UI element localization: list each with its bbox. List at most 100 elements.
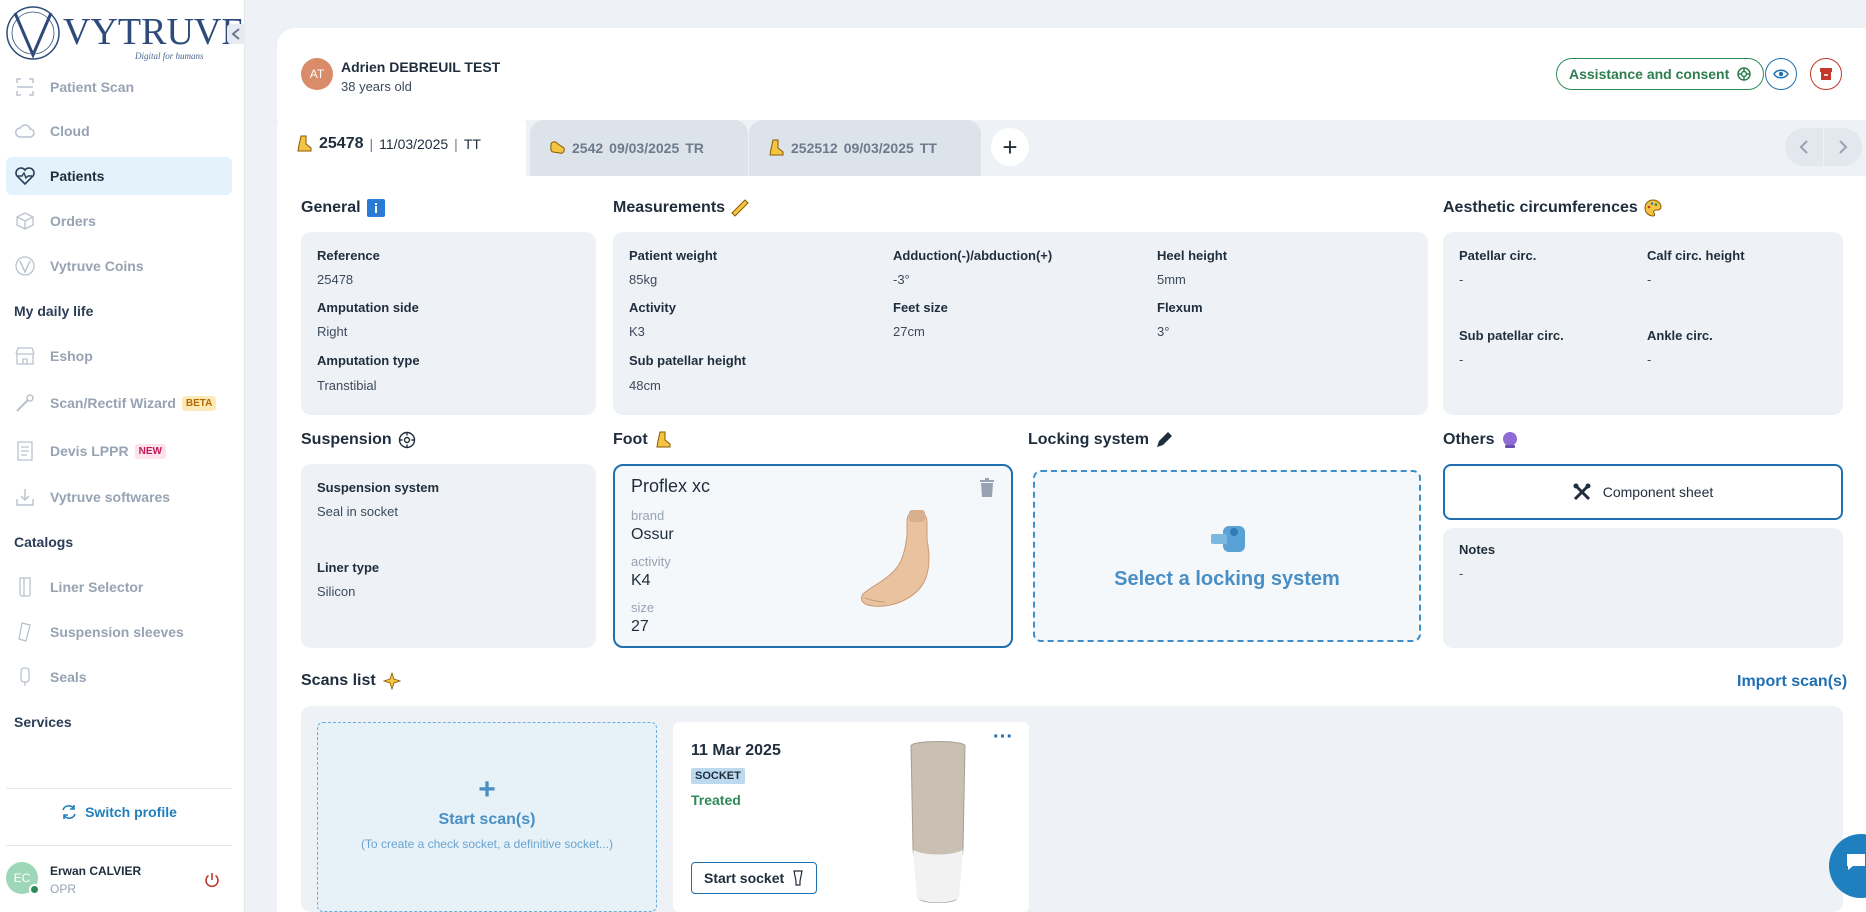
tabs-next-button[interactable] (1824, 128, 1862, 166)
sidebar-item-liner-selector[interactable]: Liner Selector (6, 568, 232, 606)
sidebar: VYTRUVE Digital for humans Patient Scan … (0, 0, 245, 912)
adduction-value: -3° (893, 272, 910, 287)
new-badge: NEW (134, 443, 166, 459)
start-socket-label: Start socket (704, 870, 785, 886)
sidebar-item-label: Suspension sleeves (50, 624, 184, 640)
sidebar-item-orders[interactable]: Orders (6, 202, 232, 240)
feet-size-value: 27cm (893, 324, 925, 339)
sidebar-item-cloud[interactable]: Cloud (6, 112, 232, 150)
divider (6, 788, 232, 789)
foot-card[interactable]: Proflex xc brand Ossur activity K4 size … (613, 464, 1013, 648)
add-tab-button[interactable]: + (991, 128, 1029, 166)
sidebar-item-label: Cloud (50, 123, 90, 139)
sidebar-item-label: Orders (50, 213, 96, 229)
select-locking-system-label: Select a locking system (1114, 568, 1340, 590)
tab-25478[interactable]: 25478 | 11/03/2025 | TT (277, 112, 526, 176)
user-name: Erwan CALVIER (50, 864, 142, 878)
start-scan-button[interactable]: + Start scan(s) (To create a check socke… (317, 722, 657, 912)
tab-type: TT (919, 140, 937, 156)
trash-icon[interactable] (979, 478, 995, 498)
ankle-circ-value: - (1647, 352, 1652, 367)
amputation-type-value: Transtibial (317, 378, 377, 393)
aesthetic-title: Aesthetic circumferences (1443, 199, 1662, 217)
document-icon (14, 440, 36, 462)
measurements-card: Patient weight 85kg Activity K3 Sub pate… (613, 232, 1428, 415)
sub-patellar-circ-value: - (1459, 352, 1464, 367)
divider (6, 845, 232, 846)
section-services[interactable]: Services (14, 714, 72, 730)
tab-252512[interactable]: 252512 09/03/2025 TT (749, 120, 981, 176)
scan-card[interactable]: 11 Mar 2025 SOCKET Treated ··· Start soc… (673, 722, 1029, 912)
logout-icon[interactable] (204, 872, 220, 888)
scan-date: 11 Mar 2025 (691, 742, 781, 759)
consent-label: Assistance and consent (1569, 66, 1730, 82)
socket-badge: SOCKET (691, 768, 745, 784)
chevron-right-icon (1839, 140, 1848, 154)
sidebar-item-seals[interactable]: Seals (6, 658, 232, 696)
import-scans-link[interactable]: Import scan(s) (1737, 673, 1847, 691)
chat-icon (1847, 854, 1865, 870)
section-my-daily-life: My daily life (14, 303, 94, 319)
box-icon (14, 210, 36, 232)
component-sheet-button[interactable]: Component sheet (1443, 464, 1843, 520)
start-socket-button[interactable]: Start socket (691, 862, 818, 894)
tab-2542[interactable]: 2542 09/03/2025 TR (530, 120, 748, 176)
sidebar-item-label: Seals (50, 669, 87, 685)
pen-icon (1156, 432, 1172, 447)
notes-value: - (1459, 566, 1464, 581)
socket-details: General Reference 25478 Amputation side … (277, 176, 1866, 912)
foot-activity-label: activity (631, 554, 671, 569)
amputation-side-label: Amputation side (317, 300, 419, 315)
lifebuoy-icon (1737, 67, 1752, 81)
archive-icon (1820, 68, 1832, 80)
foot-size-label: size (631, 600, 655, 615)
sub-patellar-circ-label: Sub patellar circ. (1459, 328, 1564, 343)
liner-type-label: Liner type (317, 560, 380, 575)
brand-logo[interactable]: VYTRUVE Digital for humans (5, 5, 245, 61)
collapse-sidebar-button[interactable] (227, 24, 245, 44)
view-button[interactable] (1765, 58, 1797, 90)
switch-profile-button[interactable]: Switch profile (0, 804, 238, 820)
sidebar-item-patient-scan[interactable]: Patient Scan (6, 68, 232, 106)
liner-type-value: Silicon (317, 584, 356, 599)
assistance-consent-button[interactable]: Assistance and consent (1556, 58, 1765, 90)
coin-icon (14, 255, 36, 277)
sidebar-item-label: Patient Scan (50, 79, 135, 95)
suspension-title-text: Suspension (301, 431, 392, 448)
chevron-left-icon (1799, 140, 1808, 154)
scans-list: + Start scan(s) (To create a check socke… (301, 706, 1843, 912)
flexum-value: 3° (1157, 324, 1170, 339)
user-role: OPR (50, 882, 77, 896)
sidebar-item-label: Vytruve softwares (50, 489, 171, 505)
locking-system-icon (1211, 526, 1245, 552)
seal-icon (14, 666, 36, 688)
activity-label: Activity (629, 300, 676, 315)
more-options-icon[interactable]: ··· (993, 726, 1013, 749)
component-sheet-label: Component sheet (1602, 484, 1714, 500)
socket-icon (793, 870, 803, 886)
general-title-text: General (301, 199, 361, 216)
sidebar-item-label: Scan/Rectif Wizard (50, 395, 176, 411)
tab-id: 2542 (572, 140, 604, 156)
tabs-prev-button[interactable] (1785, 128, 1823, 166)
sidebar-item-vytruve-softwares[interactable]: Vytruve softwares (6, 478, 232, 516)
suspension-system-label: Suspension system (317, 480, 440, 495)
sub-patellar-height-label: Sub patellar height (629, 353, 747, 368)
sidebar-item-label: Vytruve Coins (50, 258, 144, 274)
sidebar-item-eshop[interactable]: Eshop (6, 337, 232, 375)
socket-scan-image (910, 741, 966, 903)
patient-name: Adrien DEBREUIL TEST (341, 59, 501, 75)
sidebar-item-patients[interactable]: Patients (6, 157, 232, 195)
sidebar-item-scan-rectif-wizard[interactable]: Scan/Rectif Wizard BETA (6, 384, 232, 422)
archive-button[interactable] (1810, 58, 1842, 90)
tools-icon (1573, 483, 1591, 501)
sparkle-icon (382, 672, 401, 690)
sleeve-icon (14, 621, 36, 643)
reference-label: Reference (317, 248, 380, 263)
sidebar-item-vytruve-coins[interactable]: Vytruve Coins (6, 247, 232, 285)
select-locking-system-button[interactable]: Select a locking system (1033, 470, 1421, 642)
liner-icon (14, 576, 36, 598)
sidebar-item-suspension-sleeves[interactable]: Suspension sleeves (6, 613, 232, 651)
sidebar-item-label: Devis LPPR (50, 443, 129, 459)
sidebar-item-devis-lppr[interactable]: Devis LPPR NEW (6, 432, 232, 470)
